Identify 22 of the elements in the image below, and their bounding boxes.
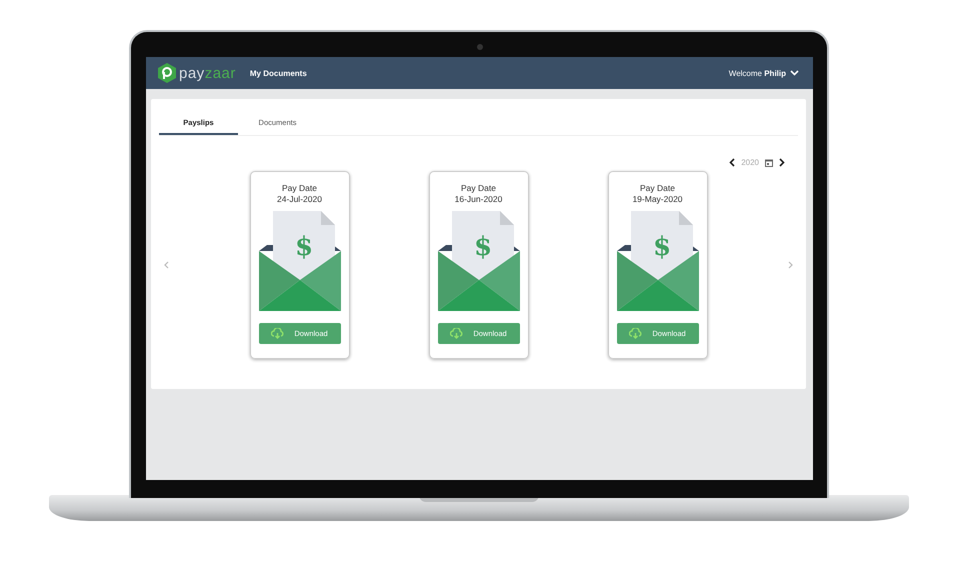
cloud-download-icon (450, 328, 464, 339)
chevron-right-icon[interactable] (779, 158, 785, 167)
chevron-down-icon[interactable] (790, 70, 799, 76)
calendar-icon[interactable] (765, 158, 773, 166)
chevron-left-icon[interactable] (729, 158, 736, 167)
pay-date: 16-Jun-2020 (454, 194, 502, 205)
nav-link[interactable]: My Documents (250, 68, 307, 78)
webcam-icon (477, 44, 483, 50)
dollar-sign: $ (294, 232, 313, 262)
logo-text: payzaar (179, 64, 236, 82)
pay-date-label: Pay Date (640, 183, 675, 194)
dollar-sign: $ (473, 232, 492, 262)
dollar-sign: $ (652, 232, 671, 262)
logo-icon (158, 63, 176, 83)
pay-date-label: Pay Date (461, 183, 496, 194)
user-menu[interactable]: Welcome Philip (728, 68, 786, 78)
pay-date: 24-Jul-2020 (277, 194, 322, 205)
year-text: 2020 (741, 158, 759, 167)
pay-date: 19-May-2020 (632, 194, 683, 205)
cloud-download-icon (629, 328, 642, 339)
pay-date-label: Pay Date (282, 183, 317, 194)
cloud-download-icon (271, 328, 284, 339)
